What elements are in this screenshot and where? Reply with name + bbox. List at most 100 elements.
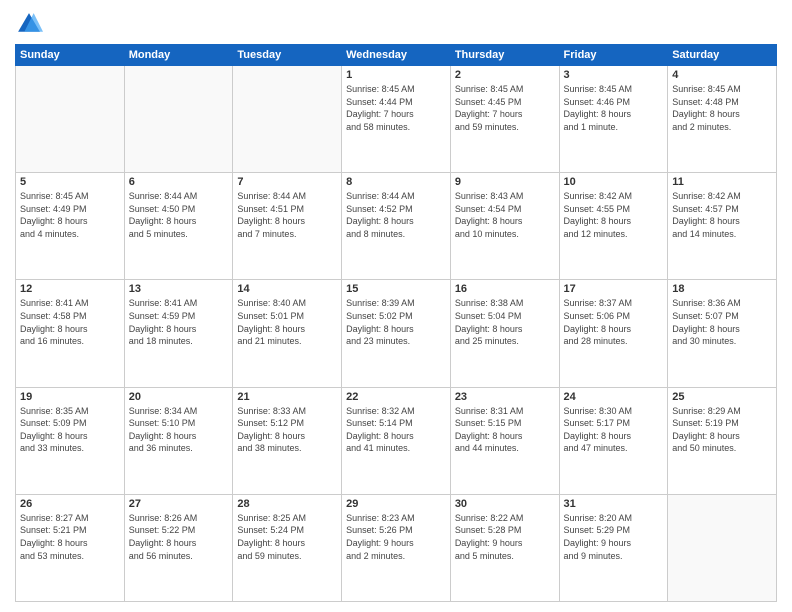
day-number: 16 — [455, 283, 555, 295]
day-number: 15 — [346, 283, 446, 295]
day-info: Sunrise: 8:35 AMSunset: 5:09 PMDaylight:… — [20, 405, 120, 455]
weekday-header-monday: Monday — [124, 45, 233, 66]
day-number: 9 — [455, 176, 555, 188]
day-info: Sunrise: 8:30 AMSunset: 5:17 PMDaylight:… — [564, 405, 664, 455]
calendar-cell: 21 Sunrise: 8:33 AMSunset: 5:12 PMDayligh… — [233, 387, 342, 494]
day-info: Sunrise: 8:27 AMSunset: 5:21 PMDaylight:… — [20, 512, 120, 562]
calendar-cell: 24 Sunrise: 8:30 AMSunset: 5:17 PMDayligh… — [559, 387, 668, 494]
calendar-cell: 7 Sunrise: 8:44 AMSunset: 4:51 PMDaylight… — [233, 173, 342, 280]
day-info: Sunrise: 8:32 AMSunset: 5:14 PMDaylight:… — [346, 405, 446, 455]
calendar-cell: 3Sunrise: 8:45 AMSunset: 4:46 PMDaylight… — [559, 66, 668, 173]
day-number: 26 — [20, 498, 120, 510]
calendar-cell: 17 Sunrise: 8:37 AMSunset: 5:06 PMDayligh… — [559, 280, 668, 387]
day-info: Sunrise: 8:44 AMSunset: 4:51 PMDaylight:… — [237, 190, 337, 240]
day-number: 20 — [129, 391, 229, 403]
day-number: 12 — [20, 283, 120, 295]
weekday-header-friday: Friday — [559, 45, 668, 66]
week-row-4: 19 Sunrise: 8:35 AMSunset: 5:09 PMDayligh… — [16, 387, 777, 494]
calendar-cell: 18 Sunrise: 8:36 AMSunset: 5:07 PMDayligh… — [668, 280, 777, 387]
day-number: 29 — [346, 498, 446, 510]
calendar-table: SundayMondayTuesdayWednesdayThursdayFrid… — [15, 44, 777, 602]
day-number: 21 — [237, 391, 337, 403]
calendar-cell — [233, 66, 342, 173]
calendar-cell: 19 Sunrise: 8:35 AMSunset: 5:09 PMDayligh… — [16, 387, 125, 494]
day-number: 22 — [346, 391, 446, 403]
calendar-cell: 2 Sunrise: 8:45 AMSunset: 4:45 PMDaylight… — [450, 66, 559, 173]
calendar-cell: 22 Sunrise: 8:32 AMSunset: 5:14 PMDayligh… — [342, 387, 451, 494]
logo-icon — [15, 10, 43, 38]
calendar-cell: 15 Sunrise: 8:39 AMSunset: 5:02 PMDayligh… — [342, 280, 451, 387]
day-info: Sunrise: 8:33 AMSunset: 5:12 PMDaylight:… — [237, 405, 337, 455]
day-info: Sunrise: 8:22 AMSunset: 5:28 PMDaylight:… — [455, 512, 555, 562]
day-info: Sunrise: 8:23 AMSunset: 5:26 PMDaylight:… — [346, 512, 446, 562]
header — [15, 10, 777, 38]
day-number: 7 — [237, 176, 337, 188]
calendar-cell: 14 Sunrise: 8:40 AMSunset: 5:01 PMDayligh… — [233, 280, 342, 387]
day-info: Sunrise: 8:45 AMSunset: 4:46 PMDaylight:… — [564, 83, 664, 133]
day-info: Sunrise: 8:44 AMSunset: 4:52 PMDaylight:… — [346, 190, 446, 240]
day-number: 18 — [672, 283, 772, 295]
calendar-cell: 25 Sunrise: 8:29 AMSunset: 5:19 PMDayligh… — [668, 387, 777, 494]
weekday-header-sunday: Sunday — [16, 45, 125, 66]
week-row-3: 12Sunrise: 8:41 AMSunset: 4:58 PMDayligh… — [16, 280, 777, 387]
calendar-cell — [16, 66, 125, 173]
day-info: Sunrise: 8:45 AMSunset: 4:45 PMDaylight:… — [455, 83, 555, 133]
day-number: 25 — [672, 391, 772, 403]
day-number: 13 — [129, 283, 229, 295]
day-number: 10 — [564, 176, 664, 188]
calendar-cell: 10Sunrise: 8:42 AMSunset: 4:55 PMDayligh… — [559, 173, 668, 280]
day-info: Sunrise: 8:38 AMSunset: 5:04 PMDaylight:… — [455, 297, 555, 347]
calendar-cell: 12Sunrise: 8:41 AMSunset: 4:58 PMDayligh… — [16, 280, 125, 387]
calendar-cell — [124, 66, 233, 173]
day-info: Sunrise: 8:29 AMSunset: 5:19 PMDaylight:… — [672, 405, 772, 455]
day-info: Sunrise: 8:40 AMSunset: 5:01 PMDaylight:… — [237, 297, 337, 347]
day-info: Sunrise: 8:26 AMSunset: 5:22 PMDaylight:… — [129, 512, 229, 562]
calendar-cell: 9 Sunrise: 8:43 AMSunset: 4:54 PMDaylight… — [450, 173, 559, 280]
day-info: Sunrise: 8:34 AMSunset: 5:10 PMDaylight:… — [129, 405, 229, 455]
calendar-cell: 31 Sunrise: 8:20 AMSunset: 5:29 PMDayligh… — [559, 494, 668, 601]
logo — [15, 10, 47, 38]
day-info: Sunrise: 8:45 AMSunset: 4:49 PMDaylight:… — [20, 190, 120, 240]
week-row-1: 1Sunrise: 8:45 AMSunset: 4:44 PMDaylight… — [16, 66, 777, 173]
day-number: 28 — [237, 498, 337, 510]
day-number: 23 — [455, 391, 555, 403]
day-number: 6 — [129, 176, 229, 188]
day-info: Sunrise: 8:31 AMSunset: 5:15 PMDaylight:… — [455, 405, 555, 455]
day-info: Sunrise: 8:44 AMSunset: 4:50 PMDaylight:… — [129, 190, 229, 240]
day-number: 11 — [672, 176, 772, 188]
weekday-header-saturday: Saturday — [668, 45, 777, 66]
weekday-header-tuesday: Tuesday — [233, 45, 342, 66]
day-info: Sunrise: 8:36 AMSunset: 5:07 PMDaylight:… — [672, 297, 772, 347]
weekday-header-thursday: Thursday — [450, 45, 559, 66]
day-info: Sunrise: 8:25 AMSunset: 5:24 PMDaylight:… — [237, 512, 337, 562]
weekday-header-row: SundayMondayTuesdayWednesdayThursdayFrid… — [16, 45, 777, 66]
day-number: 8 — [346, 176, 446, 188]
calendar-cell: 26 Sunrise: 8:27 AMSunset: 5:21 PMDayligh… — [16, 494, 125, 601]
day-info: Sunrise: 8:39 AMSunset: 5:02 PMDaylight:… — [346, 297, 446, 347]
calendar-cell: 28 Sunrise: 8:25 AMSunset: 5:24 PMDayligh… — [233, 494, 342, 601]
day-info: Sunrise: 8:37 AMSunset: 5:06 PMDaylight:… — [564, 297, 664, 347]
day-info: Sunrise: 8:43 AMSunset: 4:54 PMDaylight:… — [455, 190, 555, 240]
calendar-cell: 30Sunrise: 8:22 AMSunset: 5:28 PMDayligh… — [450, 494, 559, 601]
day-number: 5 — [20, 176, 120, 188]
day-info: Sunrise: 8:20 AMSunset: 5:29 PMDaylight:… — [564, 512, 664, 562]
calendar-cell: 29 Sunrise: 8:23 AMSunset: 5:26 PMDayligh… — [342, 494, 451, 601]
day-number: 2 — [455, 69, 555, 81]
day-number: 31 — [564, 498, 664, 510]
week-row-2: 5 Sunrise: 8:45 AMSunset: 4:49 PMDaylight… — [16, 173, 777, 280]
day-number: 14 — [237, 283, 337, 295]
calendar-cell: 13Sunrise: 8:41 AMSunset: 4:59 PMDayligh… — [124, 280, 233, 387]
calendar-cell: 23 Sunrise: 8:31 AMSunset: 5:15 PMDayligh… — [450, 387, 559, 494]
calendar-cell — [668, 494, 777, 601]
day-number: 4 — [672, 69, 772, 81]
day-number: 24 — [564, 391, 664, 403]
day-number: 19 — [20, 391, 120, 403]
day-number: 17 — [564, 283, 664, 295]
calendar-cell: 1Sunrise: 8:45 AMSunset: 4:44 PMDaylight… — [342, 66, 451, 173]
calendar-cell: 8 Sunrise: 8:44 AMSunset: 4:52 PMDaylight… — [342, 173, 451, 280]
weekday-header-wednesday: Wednesday — [342, 45, 451, 66]
calendar-cell: 27Sunrise: 8:26 AMSunset: 5:22 PMDayligh… — [124, 494, 233, 601]
day-info: Sunrise: 8:45 AMSunset: 4:44 PMDaylight:… — [346, 83, 446, 133]
calendar-cell: 16 Sunrise: 8:38 AMSunset: 5:04 PMDayligh… — [450, 280, 559, 387]
calendar-cell: 6 Sunrise: 8:44 AMSunset: 4:50 PMDaylight… — [124, 173, 233, 280]
